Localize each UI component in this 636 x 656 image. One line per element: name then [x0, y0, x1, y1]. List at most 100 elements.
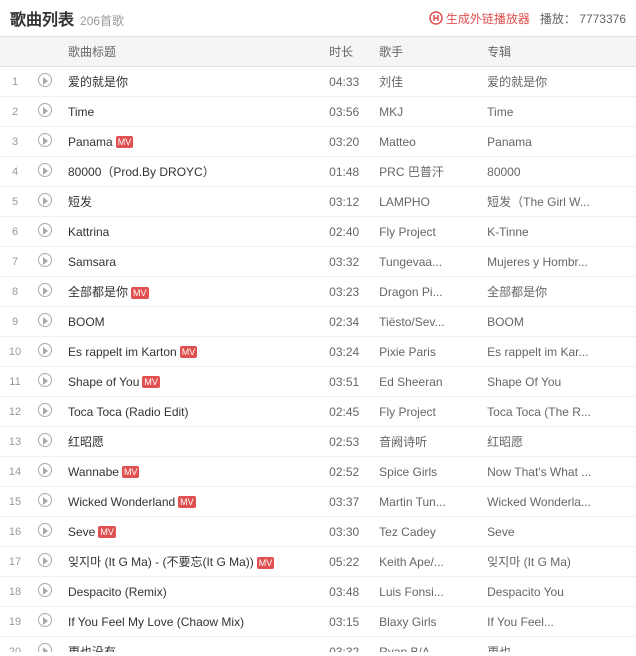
- play-icon[interactable]: [38, 253, 52, 267]
- song-artist[interactable]: Blaxy Girls: [371, 607, 479, 637]
- song-artist[interactable]: Tungevaa...: [371, 247, 479, 277]
- mv-badge[interactable]: MV: [116, 136, 134, 148]
- song-artist[interactable]: Matteo: [371, 127, 479, 157]
- play-button-cell[interactable]: [30, 427, 60, 457]
- play-button-cell[interactable]: [30, 637, 60, 653]
- song-artist[interactable]: Tiësto/Sev...: [371, 307, 479, 337]
- song-album[interactable]: Toca Toca (The R...: [479, 397, 636, 427]
- play-button-cell[interactable]: [30, 607, 60, 637]
- play-icon[interactable]: [38, 343, 52, 357]
- generate-link-button[interactable]: 生成外链播放器: [429, 10, 530, 27]
- play-icon[interactable]: [38, 463, 52, 477]
- song-title[interactable]: WannabeMV: [60, 457, 321, 487]
- mv-badge[interactable]: MV: [178, 496, 196, 508]
- song-title[interactable]: Wicked WonderlandMV: [60, 487, 321, 517]
- play-icon[interactable]: [38, 403, 52, 417]
- song-album[interactable]: Time: [479, 97, 636, 127]
- song-album[interactable]: Now That's What ...: [479, 457, 636, 487]
- play-icon[interactable]: [38, 73, 52, 87]
- song-artist[interactable]: Martin Tun...: [371, 487, 479, 517]
- song-album[interactable]: 잊지마 (It G Ma): [479, 547, 636, 577]
- play-icon[interactable]: [38, 373, 52, 387]
- mv-badge[interactable]: MV: [98, 526, 116, 538]
- play-icon[interactable]: [38, 493, 52, 507]
- play-icon[interactable]: [38, 583, 52, 597]
- play-button-cell[interactable]: [30, 277, 60, 307]
- song-artist[interactable]: Spice Girls: [371, 457, 479, 487]
- play-icon[interactable]: [38, 283, 52, 297]
- song-artist[interactable]: Luis Fonsi...: [371, 577, 479, 607]
- play-button-cell[interactable]: [30, 157, 60, 187]
- mv-badge[interactable]: MV: [257, 557, 275, 569]
- song-album[interactable]: Mujeres y Hombr...: [479, 247, 636, 277]
- play-button-cell[interactable]: [30, 457, 60, 487]
- song-title[interactable]: SeveMV: [60, 517, 321, 547]
- song-album[interactable]: Shape Of You: [479, 367, 636, 397]
- play-icon[interactable]: [38, 193, 52, 207]
- mv-badge[interactable]: MV: [142, 376, 160, 388]
- song-artist[interactable]: Ed Sheeran: [371, 367, 479, 397]
- song-title[interactable]: Samsara: [60, 247, 321, 277]
- song-artist[interactable]: Pixie Paris: [371, 337, 479, 367]
- song-title[interactable]: PanamaMV: [60, 127, 321, 157]
- play-icon[interactable]: [38, 103, 52, 117]
- play-button-cell[interactable]: [30, 337, 60, 367]
- play-button-cell[interactable]: [30, 367, 60, 397]
- song-album[interactable]: Seve: [479, 517, 636, 547]
- song-album[interactable]: 80000: [479, 157, 636, 187]
- song-album[interactable]: Wicked Wonderla...: [479, 487, 636, 517]
- song-title[interactable]: 红昭愿: [60, 427, 321, 457]
- play-icon[interactable]: [38, 163, 52, 177]
- play-button-cell[interactable]: [30, 307, 60, 337]
- song-album[interactable]: Panama: [479, 127, 636, 157]
- song-title[interactable]: 80000（Prod.By DROYC）: [60, 157, 321, 187]
- play-button-cell[interactable]: [30, 127, 60, 157]
- song-title[interactable]: Kattrina: [60, 217, 321, 247]
- song-title[interactable]: Despacito (Remix): [60, 577, 321, 607]
- song-artist[interactable]: Fly Project: [371, 217, 479, 247]
- song-title[interactable]: If You Feel My Love (Chaow Mix): [60, 607, 321, 637]
- song-artist[interactable]: 刘佳: [371, 67, 479, 97]
- song-album[interactable]: 爱的就是你: [479, 67, 636, 97]
- play-button-cell[interactable]: [30, 217, 60, 247]
- play-icon[interactable]: [38, 643, 52, 652]
- play-icon[interactable]: [38, 313, 52, 327]
- play-button-cell[interactable]: [30, 187, 60, 217]
- play-button-cell[interactable]: [30, 397, 60, 427]
- song-title[interactable]: Time: [60, 97, 321, 127]
- song-title[interactable]: 잊지마 (It G Ma) - (不要忘(It G Ma))MV: [60, 547, 321, 577]
- song-artist[interactable]: Tez Cadey: [371, 517, 479, 547]
- mv-badge[interactable]: MV: [122, 466, 140, 478]
- song-artist[interactable]: LAMPHO: [371, 187, 479, 217]
- song-album[interactable]: Despacito You: [479, 577, 636, 607]
- song-album[interactable]: 红昭愿: [479, 427, 636, 457]
- song-title[interactable]: 更也没有: [60, 637, 321, 653]
- song-artist[interactable]: Dragon Pi...: [371, 277, 479, 307]
- song-artist[interactable]: PRC 巴普汗: [371, 157, 479, 187]
- song-title[interactable]: Es rappelt im KartonMV: [60, 337, 321, 367]
- song-title[interactable]: Toca Toca (Radio Edit): [60, 397, 321, 427]
- play-icon[interactable]: [38, 613, 52, 627]
- song-album[interactable]: 更也...: [479, 637, 636, 653]
- mv-badge[interactable]: MV: [180, 346, 198, 358]
- song-album[interactable]: 全部都是你: [479, 277, 636, 307]
- song-artist[interactable]: Ryan B/A...: [371, 637, 479, 653]
- song-title[interactable]: 全部都是你MV: [60, 277, 321, 307]
- play-icon[interactable]: [38, 223, 52, 237]
- song-album[interactable]: Es rappelt im Kar...: [479, 337, 636, 367]
- song-album[interactable]: If You Feel...: [479, 607, 636, 637]
- song-title[interactable]: Shape of YouMV: [60, 367, 321, 397]
- play-icon[interactable]: [38, 523, 52, 537]
- play-button-cell[interactable]: [30, 97, 60, 127]
- song-title[interactable]: BOOM: [60, 307, 321, 337]
- song-artist[interactable]: Keith Ape/...: [371, 547, 479, 577]
- play-icon[interactable]: [38, 553, 52, 567]
- play-button-cell[interactable]: [30, 577, 60, 607]
- play-button-cell[interactable]: [30, 547, 60, 577]
- play-icon[interactable]: [38, 133, 52, 147]
- song-album[interactable]: BOOM: [479, 307, 636, 337]
- play-button-cell[interactable]: [30, 247, 60, 277]
- song-title[interactable]: 短发: [60, 187, 321, 217]
- song-artist[interactable]: Fly Project: [371, 397, 479, 427]
- mv-badge[interactable]: MV: [131, 287, 149, 299]
